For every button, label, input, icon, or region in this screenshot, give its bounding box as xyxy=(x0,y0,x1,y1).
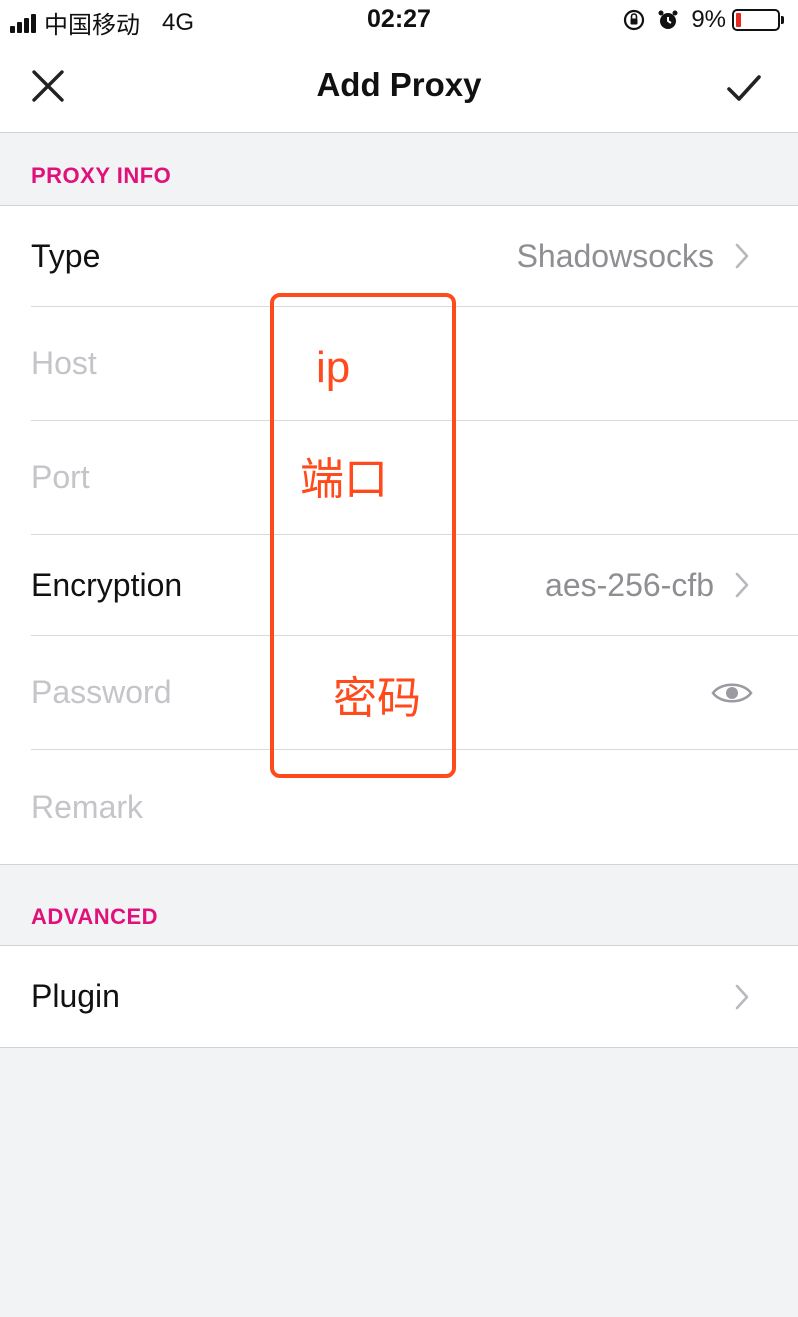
alarm-icon xyxy=(657,9,679,31)
page-title: Add Proxy xyxy=(316,66,482,103)
annotation-port: 端口 xyxy=(300,455,388,504)
nav-bar: Add Proxy xyxy=(0,40,798,133)
annotation-ip: ip xyxy=(316,343,351,392)
battery-percent: 9% xyxy=(691,6,726,33)
password-input[interactable]: Password xyxy=(31,674,172,711)
plugin-row[interactable]: Plugin xyxy=(31,946,798,1047)
battery-icon xyxy=(732,9,784,31)
annotation-password: 密码 xyxy=(333,674,421,723)
status-bar: 中国移动 4G 02:27 9% xyxy=(0,0,798,40)
plugin-label: Plugin xyxy=(31,978,120,1014)
port-input[interactable]: Port xyxy=(31,459,90,496)
type-label: Type xyxy=(31,237,101,274)
section-header-advanced: ADVANCED xyxy=(31,904,159,929)
chevron-right-icon xyxy=(734,982,754,1012)
rotation-lock-icon xyxy=(623,9,645,31)
checkmark-icon xyxy=(727,75,761,101)
encryption-label: Encryption xyxy=(31,566,183,603)
chevron-right-icon xyxy=(734,241,754,271)
done-button[interactable] xyxy=(724,68,764,108)
section-header-proxy-info: PROXY INFO xyxy=(31,163,172,188)
type-value: Shadowsocks xyxy=(516,237,714,274)
eye-icon[interactable] xyxy=(710,678,754,708)
host-input[interactable]: Host xyxy=(31,345,97,382)
remark-input[interactable]: Remark xyxy=(31,789,143,826)
type-row[interactable]: Type Shadowsocks xyxy=(31,206,798,307)
chevron-right-icon xyxy=(734,570,754,600)
status-right: 9% xyxy=(623,6,784,34)
advanced-group: Plugin xyxy=(0,945,798,1048)
encryption-value: aes-256-cfb xyxy=(545,566,714,603)
